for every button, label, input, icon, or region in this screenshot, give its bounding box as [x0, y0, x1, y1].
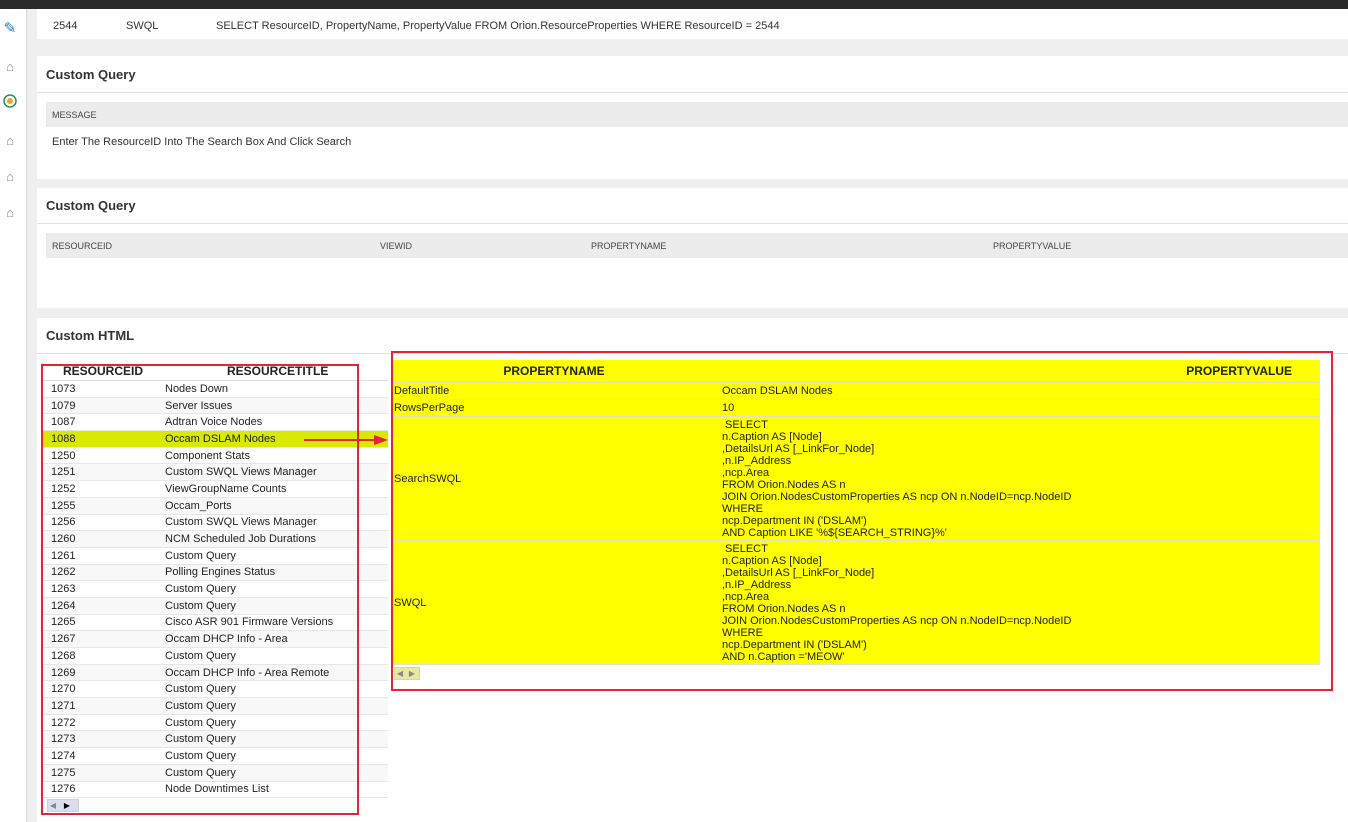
message-column-header: MESSAGE	[52, 110, 97, 120]
column-header-propertyname[interactable]: PROPERTYNAME	[591, 241, 666, 251]
column-header-viewid[interactable]: VIEWID	[380, 241, 412, 251]
message-text: Enter The ResourceID Into The Search Box…	[52, 136, 352, 148]
custom-query-panel-results: Custom Query RESOURCEID VIEWID PROPERTYN…	[37, 188, 1348, 308]
gauge-icon[interactable]	[2, 94, 18, 110]
query-text-cell: SELECT ResourceID, PropertyName, Propert…	[216, 20, 780, 32]
query-type-cell: SWQL	[126, 20, 159, 32]
top-bar	[0, 0, 1348, 9]
message-header: MESSAGE	[46, 102, 1348, 127]
column-header-propertyvalue[interactable]: PROPERTYVALUE	[993, 241, 1071, 251]
home-icon[interactable]: ⌂	[2, 133, 18, 149]
panel-title: Custom HTML	[46, 328, 135, 343]
query-result-row: 2544 SWQL SELECT ResourceID, PropertyNam…	[37, 9, 1348, 39]
home-icon[interactable]: ⌂	[2, 169, 18, 185]
panel-title: Custom Query	[46, 67, 136, 82]
panel-title: Custom Query	[46, 198, 136, 213]
home-icon[interactable]: ⌂	[2, 59, 18, 75]
sidebar: ✎ ⌂ ⌂ ⌂ ⌂	[0, 9, 27, 822]
pencil-icon[interactable]: ✎	[2, 21, 18, 37]
results-header: RESOURCEID VIEWID PROPERTYNAME PROPERTYV…	[46, 233, 1348, 258]
annotation-arrow-icon	[304, 435, 388, 445]
resource-id-cell: 2544	[53, 20, 78, 32]
column-header-resourceid[interactable]: RESOURCEID	[52, 241, 112, 251]
home-icon[interactable]: ⌂	[2, 205, 18, 221]
custom-query-panel-message: Custom Query MESSAGE Enter The ResourceI…	[37, 56, 1348, 179]
annotation-box-right	[391, 351, 1333, 691]
